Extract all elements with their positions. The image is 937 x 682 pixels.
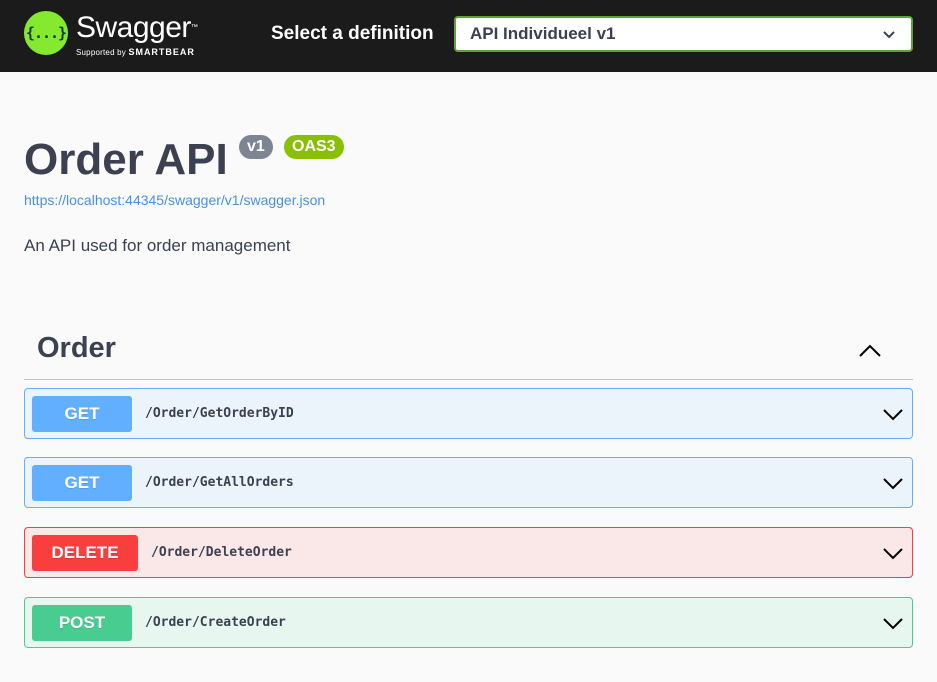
chevron-down-icon[interactable]	[882, 612, 904, 634]
logo-trademark: ™	[190, 24, 198, 31]
version-badge: v1	[239, 135, 273, 159]
logo-text: Swagger™ Supported by SMARTBEAR	[76, 11, 198, 58]
swagger-logo-icon: {...}	[24, 11, 68, 55]
chevron-down-icon[interactable]	[882, 542, 904, 564]
spec-url-link[interactable]: https://localhost:44345/swagger/v1/swagg…	[24, 192, 325, 208]
operation-path: /Order/DeleteOrder	[151, 545, 292, 560]
method-badge: GET	[32, 395, 132, 432]
logo-company: SMARTBEAR	[128, 47, 195, 57]
method-badge: DELETE	[32, 534, 138, 571]
definition-select-value: API Individueel v1	[470, 24, 616, 43]
operation-get-all-orders[interactable]: GET /Order/GetAllOrders	[24, 457, 913, 508]
method-badge: POST	[32, 604, 132, 641]
operation-path: /Order/GetAllOrders	[145, 475, 294, 490]
definition-label: Select a definition	[271, 23, 434, 44]
operation-delete-order[interactable]: DELETE /Order/DeleteOrder	[24, 527, 913, 578]
page-title: Order API	[24, 135, 228, 184]
chevron-down-icon[interactable]	[882, 472, 904, 494]
operation-create-order[interactable]: POST /Order/CreateOrder	[24, 597, 913, 648]
tag-name: Order	[37, 332, 116, 364]
operation-path: /Order/CreateOrder	[145, 615, 286, 630]
operation-get-order-by-id[interactable]: GET /Order/GetOrderByID	[24, 388, 913, 439]
logo-glyph: {...}	[25, 24, 67, 42]
topbar: {...} Swagger™ Supported by SMARTBEAR Se…	[0, 0, 937, 72]
swagger-logo[interactable]: {...} Swagger™ Supported by SMARTBEAR	[24, 11, 198, 58]
tag-section-header[interactable]: Order	[24, 322, 913, 380]
chevron-up-icon[interactable]	[857, 338, 883, 364]
oas-badge: OAS3	[284, 135, 344, 159]
logo-supported-by: Supported by	[76, 48, 126, 57]
api-description: An API used for order management	[24, 236, 291, 255]
chevron-down-icon	[883, 31, 895, 39]
definition-select[interactable]: API Individueel v1	[454, 16, 913, 52]
chevron-down-icon[interactable]	[882, 403, 904, 425]
logo-title: Swagger	[76, 11, 191, 44]
operation-path: /Order/GetOrderByID	[145, 406, 294, 421]
method-badge: GET	[32, 464, 132, 501]
